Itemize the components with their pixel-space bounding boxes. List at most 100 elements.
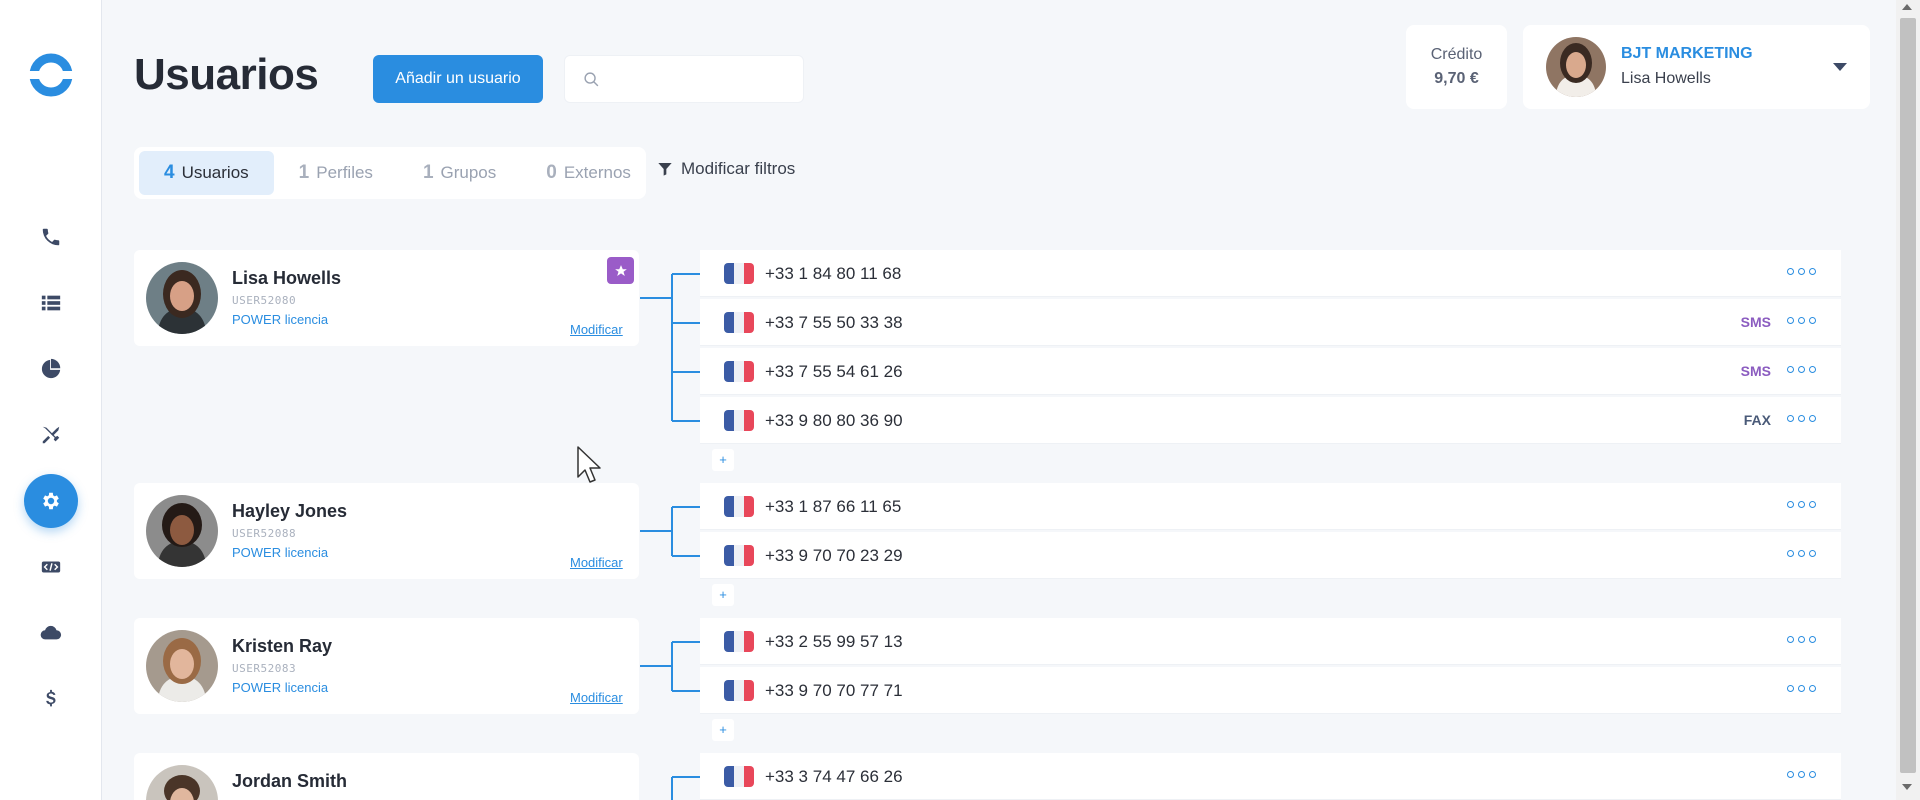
user-license: POWER licencia <box>232 680 329 695</box>
modify-user-link[interactable]: Modificar <box>570 555 623 570</box>
sms-badge: SMS <box>1740 314 1771 330</box>
sidebar <box>0 0 102 800</box>
gear-icon <box>43 492 59 510</box>
sidebar-item-settings[interactable] <box>24 474 78 528</box>
add-user-button[interactable]: Añadir un usuario <box>373 55 543 103</box>
user-name: Hayley Jones <box>232 501 348 521</box>
phone-row[interactable]: +33 1 84 80 11 68 <box>700 250 1841 297</box>
more-options-icon[interactable] <box>1787 771 1816 778</box>
avatar <box>146 495 218 567</box>
france-flag-icon <box>724 545 754 566</box>
phone-number: +33 3 74 47 66 26 <box>765 767 903 786</box>
tab-label: Perfiles <box>316 163 373 182</box>
more-options-icon[interactable] <box>1787 317 1816 324</box>
dollar-icon <box>46 689 56 707</box>
phone-row[interactable]: +33 3 74 47 66 26 <box>700 753 1841 800</box>
chevron-down-icon[interactable] <box>1833 63 1847 71</box>
phone-row[interactable]: +33 9 80 80 36 90 FAX <box>700 397 1841 444</box>
filter-icon <box>658 163 672 176</box>
search-box[interactable] <box>564 55 804 103</box>
user-card-kristen-ray[interactable]: Kristen Ray USER52083 POWER licencia Mod… <box>134 618 639 714</box>
sidebar-item-tools[interactable] <box>24 408 78 462</box>
sidebar-item-cloud[interactable] <box>24 606 78 660</box>
avatar <box>146 765 218 800</box>
phone-row[interactable]: +33 9 70 70 23 29 <box>700 532 1841 579</box>
tab-count: 1 <box>298 162 310 183</box>
app-logo-icon[interactable] <box>28 52 74 98</box>
phone-number: +33 2 55 99 57 13 <box>765 632 903 651</box>
page-title: Usuarios <box>134 50 319 99</box>
user-license: POWER licencia <box>232 545 329 560</box>
scroll-down-arrow-icon[interactable] <box>1902 784 1912 790</box>
sidebar-item-stats[interactable] <box>24 342 78 396</box>
search-input[interactable] <box>610 70 800 88</box>
phone-number: +33 9 70 70 77 71 <box>765 681 903 700</box>
modify-user-link[interactable]: Modificar <box>570 322 623 337</box>
tab-bar: 4 Usuarios 1 Perfiles 1 Grupos 0 Externos <box>134 147 646 199</box>
more-options-icon[interactable] <box>1787 636 1816 643</box>
france-flag-icon <box>724 496 754 517</box>
fax-badge: FAX <box>1743 412 1771 428</box>
phone-number: +33 9 70 70 23 29 <box>765 546 903 565</box>
tab-usuarios[interactable]: 4 Usuarios <box>139 151 274 195</box>
list-icon <box>41 295 61 311</box>
france-flag-icon <box>724 680 754 701</box>
avatar <box>146 630 218 702</box>
avatar <box>146 262 218 334</box>
tab-perfiles[interactable]: 1 Perfiles <box>274 151 398 195</box>
tab-count: 0 <box>546 162 557 183</box>
more-options-icon[interactable] <box>1787 366 1816 373</box>
filter-label: Modificar filtros <box>681 159 796 178</box>
star-icon <box>614 264 627 276</box>
user-id: USER52083 <box>232 662 297 675</box>
pie-chart-icon <box>41 358 61 379</box>
more-options-icon[interactable] <box>1787 268 1816 275</box>
user-id: USER52088 <box>232 527 297 540</box>
modify-filters-button[interactable]: Modificar filtros <box>657 159 795 179</box>
sidebar-item-billing[interactable] <box>24 672 78 726</box>
phone-number: +33 7 55 50 33 38 <box>765 313 903 332</box>
user-id: USER52080 <box>232 294 297 307</box>
france-flag-icon <box>724 631 754 652</box>
phone-row[interactable]: +33 2 55 99 57 13 <box>700 618 1841 665</box>
more-options-icon[interactable] <box>1787 685 1816 692</box>
scrollbar-thumb[interactable] <box>1900 18 1916 773</box>
phone-number: +33 9 80 80 36 90 <box>765 411 903 430</box>
admin-star-badge <box>607 257 634 284</box>
avatar <box>1546 37 1606 97</box>
sidebar-item-list[interactable] <box>24 276 78 330</box>
phone-number: +33 7 55 54 61 26 <box>765 362 903 381</box>
mouse-cursor-icon <box>577 446 601 483</box>
more-options-icon[interactable] <box>1787 415 1816 422</box>
sidebar-item-calls[interactable] <box>24 210 78 264</box>
user-card-jordan-smith[interactable]: Jordan Smith <box>134 753 639 800</box>
account-switcher[interactable]: BJT MARKETING Lisa Howells <box>1523 25 1870 109</box>
tab-label: Grupos <box>440 163 497 182</box>
add-number-button[interactable]: + <box>712 449 734 471</box>
phone-icon <box>42 228 60 246</box>
add-number-button[interactable]: + <box>712 584 734 606</box>
account-company: BJT MARKETING <box>1621 45 1753 62</box>
add-number-button[interactable]: + <box>712 719 734 741</box>
phone-row[interactable]: +33 7 55 54 61 26 SMS <box>700 348 1841 395</box>
tab-grupos[interactable]: 1 Grupos <box>398 151 521 195</box>
user-name: Lisa Howells <box>232 268 342 288</box>
sidebar-item-developer[interactable] <box>24 540 78 594</box>
user-license: POWER licencia <box>232 312 329 327</box>
tab-externos[interactable]: 0 Externos <box>521 151 656 195</box>
france-flag-icon <box>724 263 754 284</box>
more-options-icon[interactable] <box>1787 550 1816 557</box>
code-icon <box>41 561 61 573</box>
credit-label: Crédito <box>1430 46 1483 63</box>
user-card-lisa-howells[interactable]: Lisa Howells USER52080 POWER licencia Mo… <box>134 250 639 346</box>
more-options-icon[interactable] <box>1787 501 1816 508</box>
phone-row[interactable]: +33 1 87 66 11 65 <box>700 483 1841 530</box>
modify-user-link[interactable]: Modificar <box>570 690 623 705</box>
scroll-up-arrow-icon[interactable] <box>1902 4 1912 10</box>
user-card-hayley-jones[interactable]: Hayley Jones USER52088 POWER licencia Mo… <box>134 483 639 579</box>
phone-row[interactable]: +33 7 55 50 33 38 SMS <box>700 299 1841 346</box>
france-flag-icon <box>724 766 754 787</box>
france-flag-icon <box>724 410 754 431</box>
credit-value: 9,70 € <box>1434 70 1479 87</box>
phone-row[interactable]: +33 9 70 70 77 71 <box>700 667 1841 714</box>
